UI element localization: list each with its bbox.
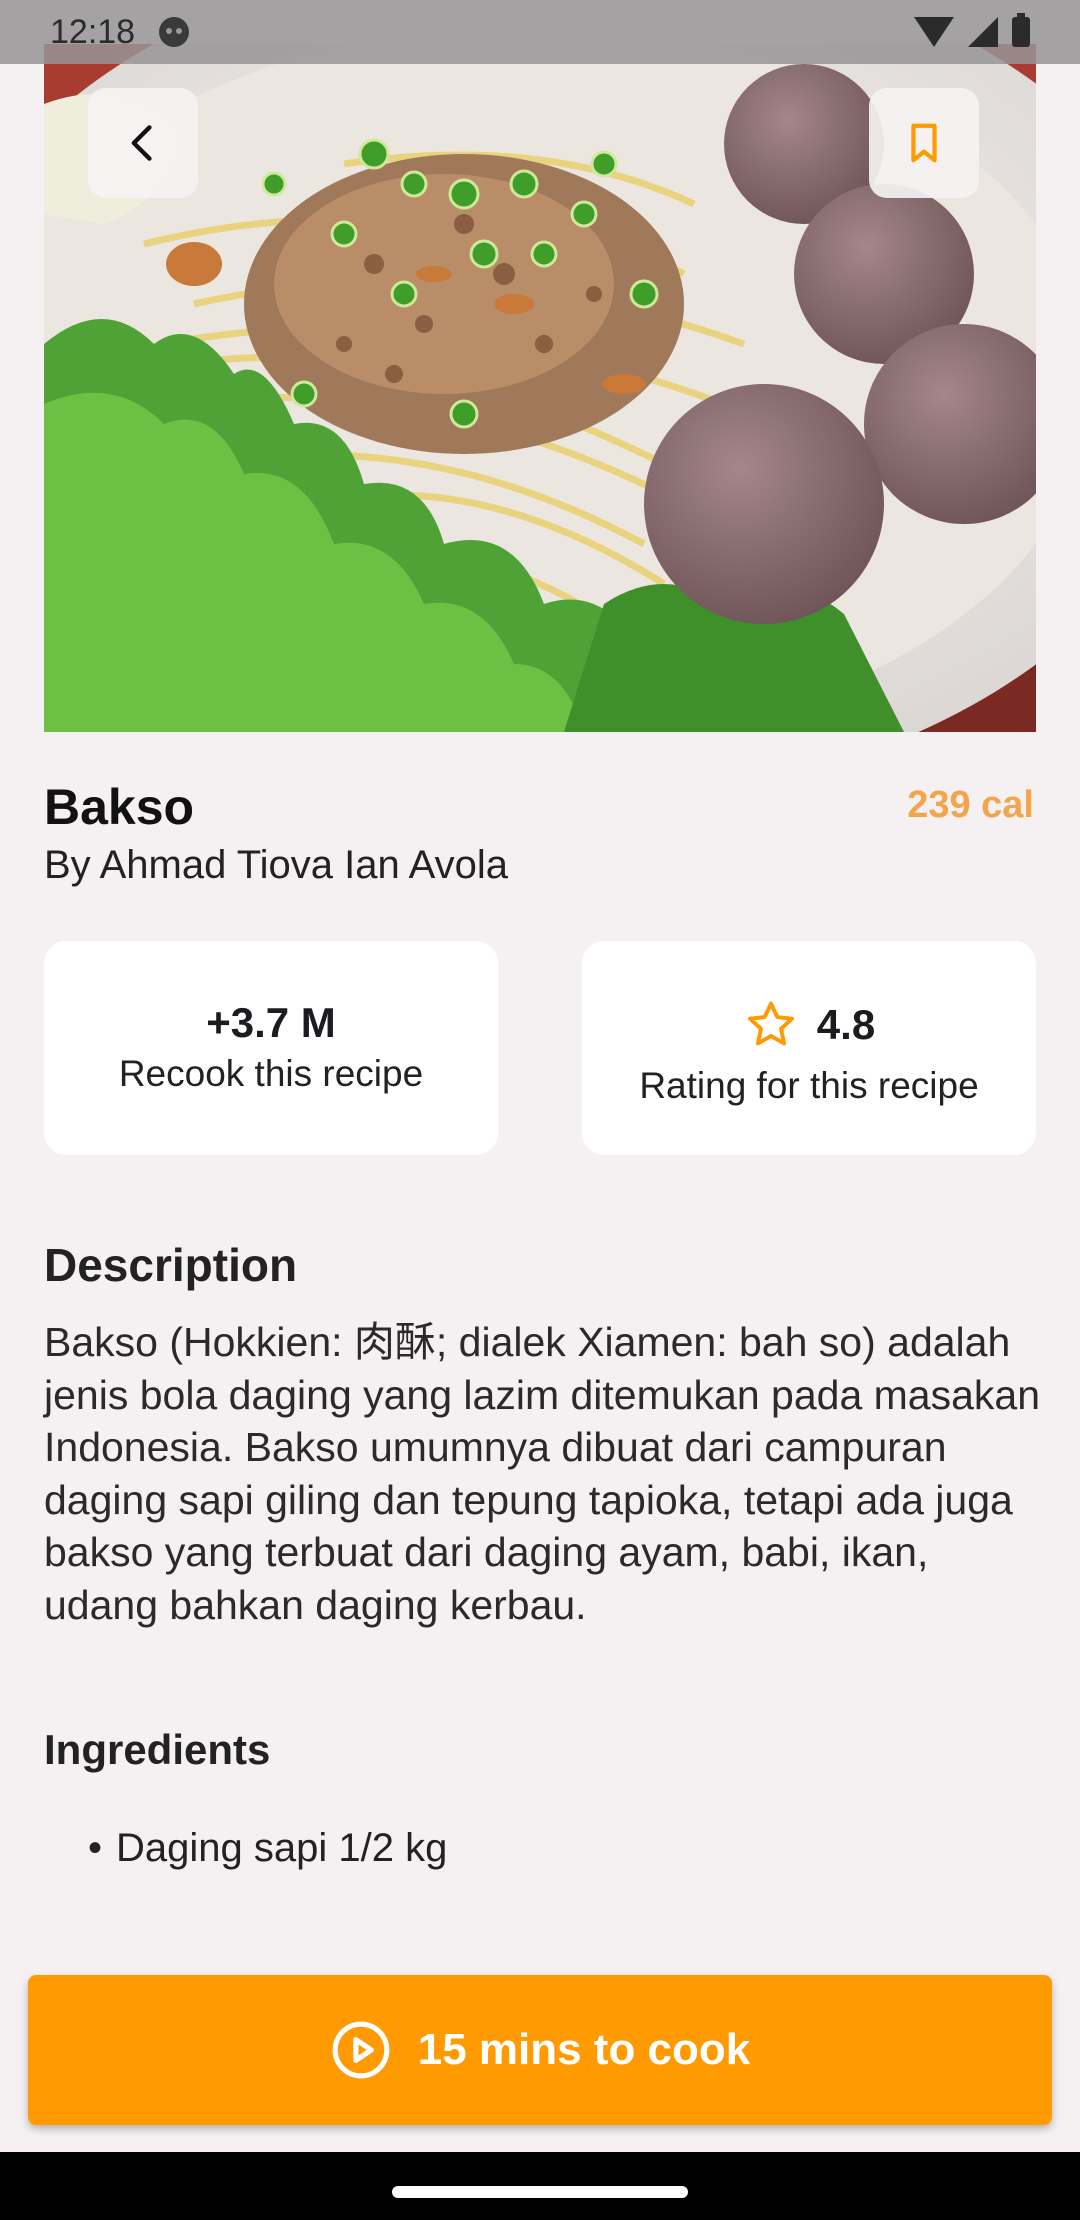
recipe-author: By Ahmad Tiova Ian Avola xyxy=(44,843,509,887)
recipe-title: Bakso xyxy=(44,779,195,835)
rating-card: 4.8 Rating for this recipe xyxy=(582,941,1036,1155)
cook-time-label: 15 mins to cook xyxy=(417,2025,751,2074)
wifi-icon xyxy=(914,17,954,47)
ingredient-list: Daging sapi 1/2 kg xyxy=(88,1826,447,1871)
status-bar: 12:18 xyxy=(0,0,1080,64)
rating-label: Rating for this recipe xyxy=(639,1065,979,1106)
description-heading: Description xyxy=(44,1239,298,1291)
back-button[interactable] xyxy=(88,88,198,198)
rating-row: 4.8 xyxy=(582,997,1036,1053)
star-outline-icon xyxy=(747,1001,794,1046)
status-icons xyxy=(914,13,1030,47)
bookmark-button[interactable] xyxy=(869,88,979,198)
description-text: Bakso (Hokkien: 肉酥; dialek Xiamen: bah s… xyxy=(44,1319,1041,1628)
notification-icon xyxy=(159,17,190,47)
recipe-detail-screen: 12:18 Bakso 239 cal By Ahmad Tiova Ian A… xyxy=(0,0,1080,2220)
calories-label: 239 cal xyxy=(907,784,1034,826)
signal-icon xyxy=(968,17,998,47)
home-indicator[interactable] xyxy=(392,2186,688,2198)
rating-value: 4.8 xyxy=(816,1001,876,1048)
recook-count: +3.7 M xyxy=(206,999,336,1046)
status-time: 12:18 xyxy=(50,12,136,51)
battery-icon xyxy=(1012,13,1030,47)
ingredients-heading: Ingredients xyxy=(44,1726,271,1773)
bookmark-icon xyxy=(911,123,937,163)
recook-card: +3.7 M Recook this recipe xyxy=(44,941,498,1155)
cook-time-button[interactable]: 15 mins to cook xyxy=(28,1975,1052,2125)
recook-label: Recook this recipe xyxy=(118,1053,424,1094)
arrow-back-icon xyxy=(131,125,152,161)
ingredient-item: Daging sapi 1/2 kg xyxy=(88,1826,447,1871)
play-circle-icon xyxy=(332,2021,390,2079)
